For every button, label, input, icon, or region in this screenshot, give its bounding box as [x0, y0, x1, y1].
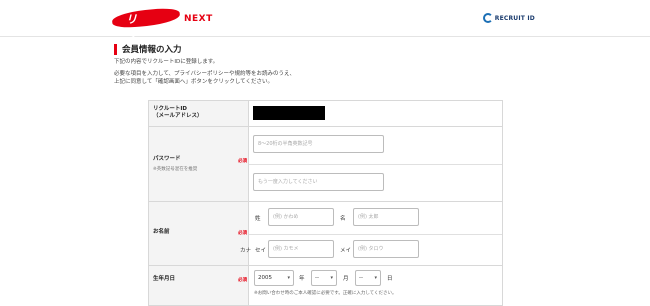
site-header: リクナビ NEXT RECRUIT ID: [0, 0, 650, 74]
recruit-id-row: リクルートID （メールアドレス）: [148, 100, 503, 127]
logo-swoosh: [111, 6, 181, 30]
password-input[interactable]: 8〜20桁の半角英数記号: [253, 135, 384, 153]
birthday-label: 生年月日: [153, 276, 176, 282]
birth-month-value: --: [315, 275, 319, 281]
birth-month-unit: 月: [343, 276, 349, 282]
recruit-id-logo: RECRUIT ID: [482, 11, 535, 25]
mei-kana-input[interactable]: (例) タロウ: [353, 240, 419, 258]
password-label: パスワード: [153, 156, 181, 162]
intro-line-1: 下記の内容でリクルートIDに登録します。: [114, 59, 219, 65]
password-label-cell: パスワード ※英数記号混在を推奨 必須: [148, 126, 249, 202]
password-row: パスワード ※英数記号混在を推奨 必須 8〜20桁の半角英数記号 もう一度入力し…: [148, 126, 503, 202]
name-label: お名前: [153, 229, 170, 235]
mei-label: 名: [340, 216, 346, 222]
name-row: お名前 必須 姓 (例) かわめ 名 (例) 太郎 カナ セイ (例) カモメ …: [148, 201, 503, 266]
redacted-email: [253, 106, 325, 120]
recruit-id-text: RECRUIT ID: [494, 14, 535, 22]
intro-line-2: 必要な項目を入力して、プライバシーポリシーや規約等をお読みのうえ、: [114, 71, 295, 77]
kana-label: カナ: [240, 248, 252, 254]
password-sub-label: ※英数記号混在を推奨: [153, 167, 198, 172]
sei-kana-input[interactable]: (例) カモメ: [268, 240, 334, 258]
mei-kana-label: メイ: [340, 248, 352, 254]
recruit-id-label-cell: リクルートID （メールアドレス）: [148, 100, 249, 127]
name-required-badge: 必須: [238, 231, 247, 236]
recruit-id-label-sub: （メールアドレス）: [153, 113, 203, 119]
birth-year-unit: 年: [299, 276, 305, 282]
chevron-down-icon: ▾: [330, 275, 333, 281]
sei-input[interactable]: (例) かわめ: [268, 208, 334, 226]
mei-input[interactable]: (例) 太郎: [353, 208, 419, 226]
page-title-text: 会員情報の入力: [122, 45, 182, 55]
birth-day-value: --: [359, 275, 363, 281]
sei-kana-label: セイ: [255, 248, 267, 254]
birth-year-value: 2005: [258, 275, 272, 281]
chevron-down-icon: ▾: [287, 275, 290, 281]
name-value-cell: 姓 (例) かわめ 名 (例) 太郎 カナ セイ (例) カモメ メイ (例) …: [240, 201, 503, 266]
birthday-note: ※お間い合わせ時のご本人確認に必要です。正確に入力してください。: [254, 291, 397, 296]
birthday-required-badge: 必須: [238, 278, 247, 283]
chevron-down-icon: ▾: [374, 275, 377, 281]
birth-day-unit: 日: [387, 276, 393, 282]
recruit-id-label: リクルートID: [153, 106, 187, 112]
password-divider: [249, 164, 502, 165]
name-label-cell: お名前 必須: [148, 201, 249, 266]
intro-line-3: 上記に同意して「確認画面へ」ボタンをクリックしてください。: [114, 79, 274, 85]
birth-day-select[interactable]: -- ▾: [355, 270, 381, 286]
password-value-cell: 8〜20桁の半角英数記号 もう一度入力してください: [248, 126, 503, 202]
password-confirm-input[interactable]: もう一度入力してください: [253, 173, 384, 191]
birth-month-select[interactable]: -- ▾: [311, 270, 337, 286]
title-accent-bar: [114, 43, 117, 55]
birth-year-select[interactable]: 2005 ▾: [254, 270, 294, 286]
recruit-id-icon: [482, 13, 493, 23]
name-divider: [249, 234, 502, 235]
password-required-badge: 必須: [238, 159, 247, 164]
member-info-form: リクルートID （メールアドレス） パスワード ※英数記号混在を推奨 必須 8〜…: [148, 100, 503, 306]
sei-label: 姓: [255, 216, 261, 222]
page-title: 会員情報の入力: [114, 43, 182, 55]
logo-sub-text: NEXT: [184, 14, 213, 24]
